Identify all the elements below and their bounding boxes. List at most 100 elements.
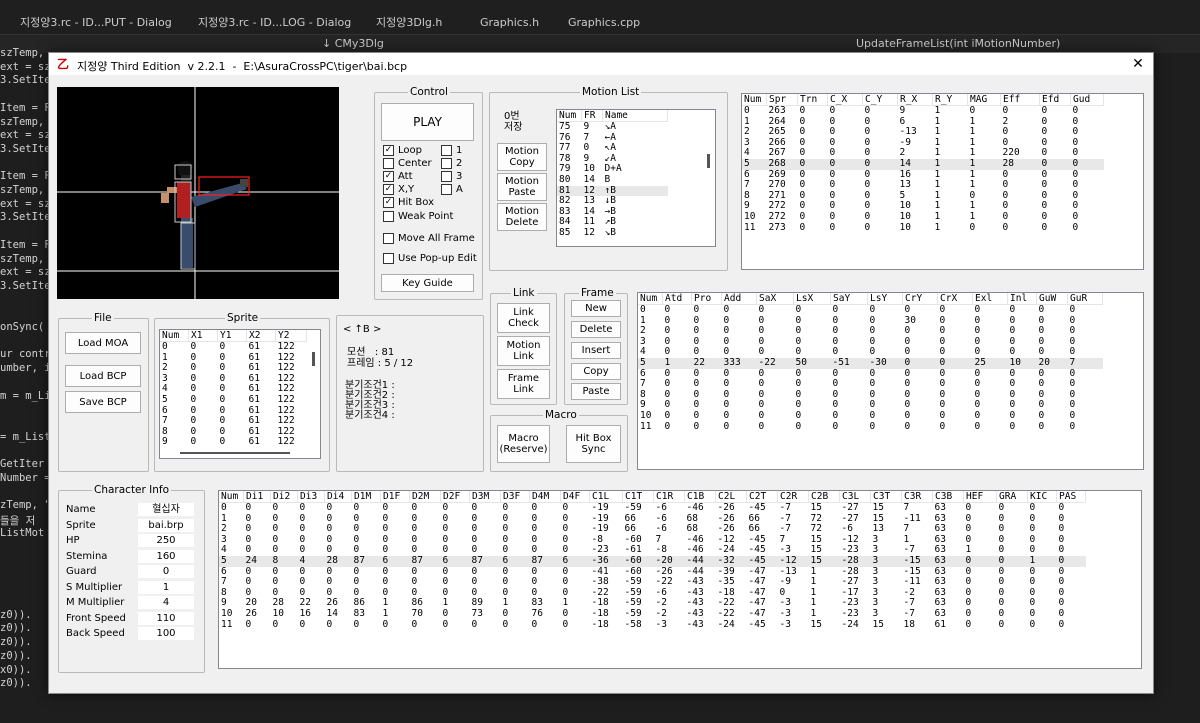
- motion-link-button[interactable]: Motion Link: [497, 336, 550, 366]
- motion-paste-button[interactable]: Motion Paste: [497, 173, 547, 201]
- move-all-checkbox-box[interactable]: [383, 233, 394, 244]
- box-column-header[interactable]: C2R: [777, 491, 809, 503]
- weak-point-checkbox[interactable]: Weak Point: [383, 211, 453, 222]
- frame-column-header[interactable]: R_Y: [932, 94, 968, 106]
- attack-column-header[interactable]: Pro: [691, 293, 722, 305]
- character-field-value[interactable]: 혈십자: [138, 503, 194, 516]
- ide-tab[interactable]: Graphics.h: [472, 13, 547, 33]
- frame-column-header[interactable]: C_X: [827, 94, 863, 106]
- weak-point-checkbox-box[interactable]: [383, 211, 394, 222]
- attack-column-header[interactable]: CrX: [937, 293, 973, 305]
- character-field-value[interactable]: 0: [138, 565, 194, 578]
- motion-delete-button[interactable]: Motion Delete: [497, 203, 547, 231]
- loop-checkbox[interactable]: ✓ Loop: [383, 145, 422, 156]
- numA-checkbox-box[interactable]: [441, 184, 452, 195]
- attack-column-header[interactable]: Num: [638, 293, 663, 305]
- sprite-scroll-thumb[interactable]: [312, 352, 315, 366]
- frame-column-header[interactable]: Num: [742, 94, 767, 106]
- motion-list-scrollbar[interactable]: [703, 110, 715, 246]
- frame-column-header[interactable]: MAG: [967, 94, 1001, 106]
- box-column-header[interactable]: D1M: [351, 491, 381, 503]
- motion-row[interactable]: 85 12 ↘B: [557, 227, 668, 239]
- attack-column-header[interactable]: SaX: [756, 293, 794, 305]
- frame-delete-button[interactable]: Delete: [571, 321, 621, 338]
- box-row[interactable]: 2 0 0 0 0 0 0 0 0 0 0 0 0 -19 66 -6 68 -26 66 -7 72 -6 13 7 63 0 0…: [219, 524, 1086, 535]
- num1-checkbox-box[interactable]: [441, 145, 452, 156]
- frame-column-header[interactable]: Trn: [797, 94, 828, 106]
- att-checkbox[interactable]: ✓ Att: [383, 171, 413, 182]
- frame-new-button[interactable]: New: [571, 300, 621, 317]
- frame-row[interactable]: 9 272 0 0 0 10 1 1 0 0 0: [742, 201, 1104, 212]
- load-bcp-button[interactable]: Load BCP: [65, 365, 141, 387]
- frame-insert-button[interactable]: Insert: [571, 342, 621, 359]
- motion-copy-button[interactable]: Motion Copy: [497, 143, 547, 171]
- method-dropdown[interactable]: UpdateFrameList(int iMotionNumber): [856, 37, 1060, 50]
- num2-checkbox-box[interactable]: [441, 158, 452, 169]
- box-list[interactable]: Num Di1 Di2 Di3 Di4 D1M D1F D2M D2F D3M D3F D4M D4F C…: [218, 490, 1142, 669]
- frame-row[interactable]: 2 265 0 0 0 -13 1 1 0 0 0: [742, 127, 1104, 138]
- attack-column-header[interactable]: Add: [721, 293, 757, 305]
- attack-column-header[interactable]: LsY: [867, 293, 903, 305]
- center-checkbox-box[interactable]: [383, 158, 394, 169]
- popup-edit-checkbox[interactable]: Use Pop-up Edit: [383, 253, 477, 264]
- box-column-header[interactable]: Num: [219, 491, 244, 503]
- box-row[interactable]: 3 0 0 0 0 0 0 0 0 0 0 0 0 -8 -60 7 -46 -12 -45 7 15 -12 3 1 63 0 0…: [219, 534, 1086, 546]
- play-button[interactable]: PLAY: [381, 103, 474, 141]
- frame-copy-button[interactable]: Copy: [571, 363, 621, 380]
- center-checkbox[interactable]: Center: [383, 158, 432, 169]
- popup-checkbox-box[interactable]: [383, 253, 394, 264]
- sprite-hscrollbar[interactable]: [160, 448, 320, 458]
- hitbox-checkbox-box[interactable]: ✓: [383, 197, 394, 208]
- num2-checkbox[interactable]: 2: [441, 158, 462, 169]
- move-all-frame-checkbox[interactable]: Move All Frame: [383, 233, 475, 244]
- key-guide-button[interactable]: Key Guide: [381, 274, 474, 292]
- attack-column-header[interactable]: SaY: [830, 293, 868, 305]
- character-field-value[interactable]: bai.brp: [138, 518, 194, 532]
- box-row[interactable]: 1 0 0 0 0 0 0 0 0 0 0 0 0 -19 66 -6 68 -26 66 -7 72 -27 15 -11 6…: [219, 513, 1086, 525]
- box-column-header[interactable]: C2L: [715, 491, 747, 503]
- frame-row[interactable]: 3 266 0 0 0 -9 1 1 0 0 0: [742, 137, 1104, 149]
- frame-column-header[interactable]: Spr: [766, 94, 798, 106]
- box-column-header[interactable]: C2B: [808, 491, 840, 503]
- character-field-value[interactable]: 110: [138, 611, 194, 625]
- box-column-header[interactable]: Di1: [243, 491, 271, 503]
- attack-row[interactable]: 10 0 0 0 0 0 0 0 0 0 0 0 0 0: [638, 410, 1103, 422]
- save-bcp-button[interactable]: Save BCP: [65, 391, 141, 413]
- sprite-row[interactable]: 5 0 0 61 122: [160, 394, 307, 406]
- box-column-header[interactable]: GRA: [996, 491, 1028, 503]
- box-column-header[interactable]: D2F: [440, 491, 470, 503]
- ide-tab[interactable]: 지정양3.rc - ID...PUT - Dialog: [12, 13, 180, 33]
- frame-row[interactable]: 7 270 0 0 0 13 1 1 0 0 0: [742, 180, 1104, 191]
- box-column-header[interactable]: C1L: [589, 491, 623, 503]
- attack-column-header[interactable]: CrY: [902, 293, 938, 305]
- num3-checkbox[interactable]: 3: [441, 171, 462, 182]
- box-column-header[interactable]: C2T: [746, 491, 778, 503]
- motion-column-header[interactable]: Name: [602, 110, 668, 122]
- box-column-header[interactable]: D4F: [560, 491, 590, 503]
- box-column-header[interactable]: C3L: [839, 491, 871, 503]
- frame-column-header[interactable]: Efd: [1039, 94, 1071, 106]
- motion-list[interactable]: Num FR Name 75 9 ↘A 76 7 ←A 77 0 ↖A 78 9 ↙A 79 10 D+A 80 14…: [556, 109, 716, 247]
- ide-tab[interactable]: 지정양3Dlg.h: [368, 13, 450, 33]
- frame-column-header[interactable]: C_Y: [862, 94, 898, 106]
- frame-row[interactable]: 1 264 0 0 0 6 1 1 2 0 0: [742, 116, 1104, 128]
- class-dropdown[interactable]: ↓ CMy3Dlg: [322, 37, 384, 50]
- frame-column-header[interactable]: Gud: [1070, 94, 1104, 106]
- frame-column-header[interactable]: Eff: [1000, 94, 1040, 106]
- attack-row[interactable]: 5 1 22 333 -22 50 -51 -30 0 0 25 10 20 7: [638, 357, 1103, 369]
- box-column-header[interactable]: D1F: [380, 491, 410, 503]
- box-column-header[interactable]: C3T: [870, 491, 902, 503]
- num1-checkbox[interactable]: 1: [441, 145, 462, 156]
- frame-row[interactable]: 11 273 0 0 0 10 1 0 0 0 0: [742, 222, 1104, 234]
- character-field-value[interactable]: 100: [138, 627, 194, 640]
- box-column-header[interactable]: D3F: [500, 491, 530, 503]
- sprite-list[interactable]: Num X1 Y1 X2 Y2 0 0 0 61 122 1 0 0 61 122 2 0 0 61 122 3 0 0 61…: [159, 329, 321, 459]
- character-field-value[interactable]: 160: [138, 549, 194, 563]
- box-column-header[interactable]: Di3: [297, 491, 325, 503]
- sprite-column-header[interactable]: X1: [188, 330, 218, 342]
- frame-row[interactable]: 0 263 0 0 0 9 1 0 0 0 0: [742, 105, 1104, 117]
- attack-column-header[interactable]: GuW: [1036, 293, 1068, 305]
- sprite-scrollbar[interactable]: [308, 330, 320, 450]
- xy-checkbox[interactable]: ✓ X,Y: [383, 184, 414, 195]
- box-row[interactable]: 4 0 0 0 0 0 0 0 0 0 0 0 0 -23 -61 -8 -46 -24 -45 -3 15 -23 3 -7…: [219, 545, 1086, 556]
